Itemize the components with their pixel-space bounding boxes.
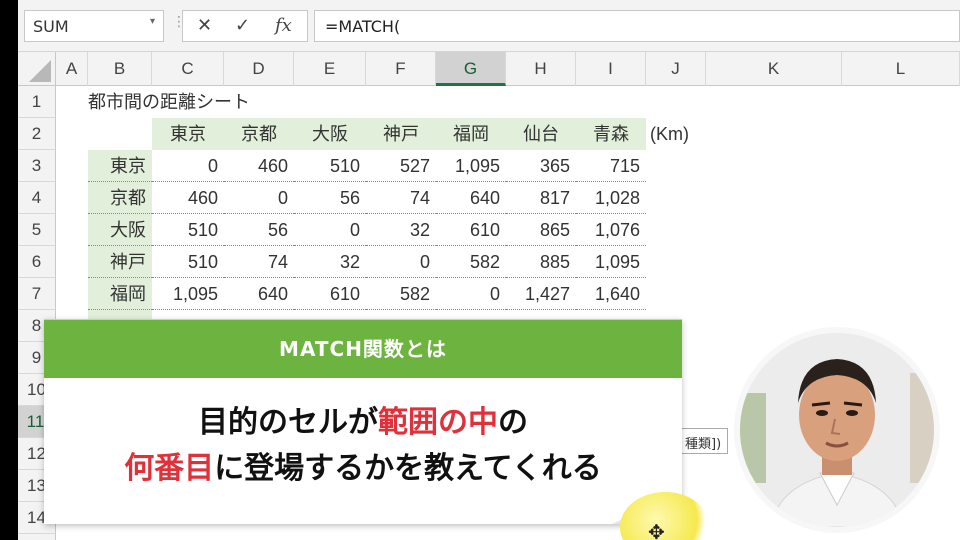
highlight-position: 何番目 (124, 451, 215, 486)
distance-cell[interactable]: 510 (294, 150, 366, 182)
column-header-i[interactable]: I (576, 52, 646, 86)
row-city-label[interactable]: 京都 (88, 182, 152, 214)
column-header-e[interactable]: E (294, 52, 366, 86)
distance-cell[interactable]: 715 (576, 150, 646, 182)
column-header-j[interactable]: J (646, 52, 706, 86)
distance-cell[interactable]: 510 (152, 246, 224, 278)
distance-cell[interactable]: 610 (294, 278, 366, 310)
distance-cell[interactable]: 56 (224, 214, 294, 246)
distance-cell[interactable]: 1,640 (576, 278, 646, 310)
presenter-avatar (740, 333, 934, 527)
column-header-d[interactable]: D (224, 52, 294, 86)
distance-cell[interactable]: 1,427 (506, 278, 576, 310)
function-tooltip: 種類]) (678, 428, 729, 454)
cancel-icon[interactable]: ✕ (197, 15, 212, 36)
highlight-range: 範囲の中 (378, 405, 498, 440)
formula-buttons: ✕ ✓ fx (182, 10, 308, 42)
column-city-header[interactable]: 大阪 (294, 118, 366, 150)
distance-cell[interactable]: 582 (366, 278, 436, 310)
distance-cell[interactable]: 640 (436, 182, 506, 214)
column-city-header[interactable]: 京都 (224, 118, 294, 150)
column-header-h[interactable]: H (506, 52, 576, 86)
explanation-card: MATCH関数とは 目的のセルが範囲の中の 何番目に登場するかを教えてくれる (44, 319, 682, 524)
column-city-header[interactable]: 東京 (152, 118, 224, 150)
row-header-7[interactable]: 7 (18, 278, 56, 310)
column-city-header[interactable]: 福岡 (436, 118, 506, 150)
name-box-value: SUM (33, 17, 69, 36)
column-headers: ABCDEFGHIJKL (18, 52, 960, 86)
column-header-g[interactable]: G (436, 52, 506, 86)
formula-bar: SUM ▾ ⋮ ✕ ✓ fx =MATCH( (18, 0, 960, 52)
row-city-label[interactable]: 神戸 (88, 246, 152, 278)
distance-cell[interactable]: 1,028 (576, 182, 646, 214)
distance-cell[interactable]: 0 (224, 182, 294, 214)
distance-cell[interactable]: 0 (436, 278, 506, 310)
distance-cell[interactable]: 527 (366, 150, 436, 182)
sheet-title[interactable]: 都市間の距離シート (88, 86, 250, 118)
name-box[interactable]: SUM ▾ (24, 10, 164, 42)
distance-cell[interactable]: 640 (224, 278, 294, 310)
fx-icon[interactable]: fx (275, 15, 292, 36)
distance-cell[interactable]: 817 (506, 182, 576, 214)
column-header-b[interactable]: B (88, 52, 152, 86)
distance-cell[interactable]: 365 (506, 150, 576, 182)
distance-cell[interactable]: 1,095 (436, 150, 506, 182)
column-header-l[interactable]: L (842, 52, 960, 86)
distance-cell[interactable]: 56 (294, 182, 366, 214)
card-line-2: 何番目に登場するかを教えてくれる (124, 451, 602, 486)
excel-window: SUM ▾ ⋮ ✕ ✓ fx =MATCH( ABCDEFGHIJKL 1234… (18, 0, 960, 540)
distance-cell[interactable]: 460 (224, 150, 294, 182)
distance-cell[interactable]: 885 (506, 246, 576, 278)
column-header-c[interactable]: C (152, 52, 224, 86)
distance-cell[interactable]: 1,095 (152, 278, 224, 310)
distance-cell[interactable]: 32 (294, 246, 366, 278)
select-all-button[interactable] (18, 52, 56, 86)
distance-cell[interactable]: 74 (224, 246, 294, 278)
column-header-a[interactable]: A (56, 52, 88, 86)
card-heading: MATCH関数とは (44, 320, 682, 378)
distance-cell[interactable]: 582 (436, 246, 506, 278)
distance-cell[interactable]: 510 (152, 214, 224, 246)
row-header-4[interactable]: 4 (18, 182, 56, 214)
row-header-6[interactable]: 6 (18, 246, 56, 278)
row-header-5[interactable]: 5 (18, 214, 56, 246)
distance-cell[interactable]: 1,095 (576, 246, 646, 278)
distance-cell[interactable]: 32 (366, 214, 436, 246)
move-cursor-icon: ✥ (648, 520, 665, 540)
distance-cell[interactable]: 0 (152, 150, 224, 182)
column-city-header[interactable]: 青森 (576, 118, 646, 150)
row-header-15[interactable]: 15 (18, 534, 56, 540)
column-city-header[interactable]: 神戸 (366, 118, 436, 150)
chevron-down-icon[interactable]: ▾ (150, 16, 155, 27)
distance-cell[interactable]: 0 (294, 214, 366, 246)
row-header-1[interactable]: 1 (18, 86, 56, 118)
distance-cell[interactable]: 610 (436, 214, 506, 246)
distance-cell[interactable]: 865 (506, 214, 576, 246)
card-body: 目的のセルが範囲の中の 何番目に登場するかを教えてくれる (44, 400, 682, 492)
row-header-3[interactable]: 3 (18, 150, 56, 182)
check-icon[interactable]: ✓ (235, 15, 250, 36)
column-header-f[interactable]: F (366, 52, 436, 86)
distance-cell[interactable]: 460 (152, 182, 224, 214)
row-city-label[interactable]: 大阪 (88, 214, 152, 246)
unit-label[interactable]: (Km) (650, 118, 689, 150)
column-city-header[interactable]: 仙台 (506, 118, 576, 150)
column-header-k[interactable]: K (706, 52, 842, 86)
row-header-2[interactable]: 2 (18, 118, 56, 150)
formula-input[interactable]: =MATCH( (314, 10, 960, 42)
card-line-1: 目的のセルが範囲の中の (198, 405, 528, 440)
distance-cell[interactable]: 74 (366, 182, 436, 214)
distance-cell[interactable]: 0 (366, 246, 436, 278)
row-city-label[interactable]: 東京 (88, 150, 152, 182)
row-city-label[interactable]: 福岡 (88, 278, 152, 310)
distance-cell[interactable]: 1,076 (576, 214, 646, 246)
